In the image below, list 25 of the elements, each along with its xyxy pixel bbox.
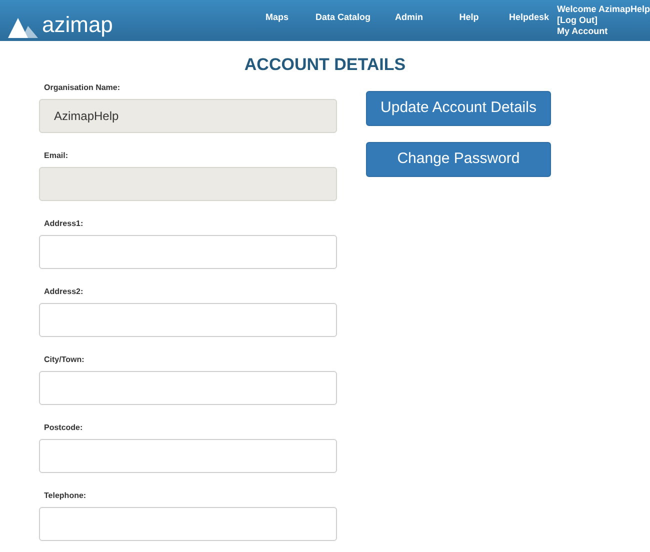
logo-icon xyxy=(8,16,38,38)
field-label: Telephone: xyxy=(44,491,88,501)
logo-text: azimap xyxy=(42,12,113,38)
input-field[interactable] xyxy=(39,371,337,405)
nav-link[interactable]: Data Catalog xyxy=(306,11,379,24)
field-label: Organisation Name: xyxy=(44,83,122,93)
field-label: Address2: xyxy=(44,287,84,297)
field-label: Postcode: xyxy=(44,423,84,433)
page-title: ACCOUNT DETAILS xyxy=(244,55,406,75)
input-field[interactable] xyxy=(39,235,337,269)
action-button[interactable]: Change Password xyxy=(366,142,551,177)
nav-link[interactable]: Help xyxy=(438,11,499,24)
input-field[interactable] xyxy=(39,507,337,541)
input-field[interactable] xyxy=(39,439,337,473)
nav-link[interactable]: Maps xyxy=(246,11,307,24)
logout-link[interactable]: [Log Out] xyxy=(556,15,650,26)
my-account-link[interactable]: My Account xyxy=(556,26,650,37)
field-label: City/Town: xyxy=(44,355,86,365)
field-label: Address1: xyxy=(44,219,84,229)
action-button[interactable]: Update Account Details xyxy=(366,91,551,126)
nav-link[interactable]: Helpdesk xyxy=(498,11,559,24)
welcome-text: Welcome AzimapHelp xyxy=(556,4,650,15)
input-field[interactable] xyxy=(39,303,337,337)
nav-link[interactable]: Admin xyxy=(378,11,439,24)
field-label: Email: xyxy=(44,151,70,161)
